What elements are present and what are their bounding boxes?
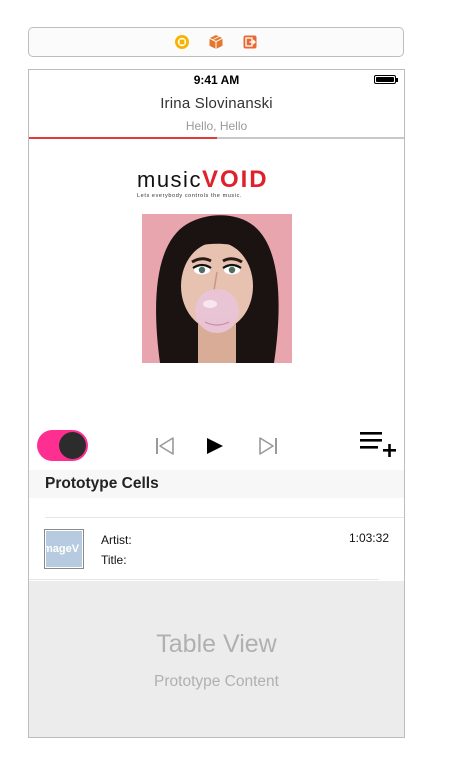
battery-icon [374,75,398,84]
next-button[interactable] [258,437,278,460]
artist-label: Artist: [101,533,132,547]
logo-word-music: music [137,167,202,192]
music-void-logo: music VOID Lets everybody controls the m… [137,166,297,202]
next-icon [258,437,278,460]
exit-icon[interactable] [242,34,258,50]
scene-dock [28,27,404,57]
section-header: Prototype Cells [29,470,404,498]
thumbnail-placeholder-text: mageV [46,531,82,567]
cell-separator [29,579,379,580]
progress-fill [29,137,217,139]
track-progress-bar[interactable] [29,137,404,139]
previous-icon [155,437,175,460]
add-to-playlist-icon [359,430,397,463]
play-icon [206,437,224,460]
player-controls [29,429,404,465]
first-responder-icon[interactable] [208,34,224,50]
cell-thumbnail: mageV [44,529,84,569]
logo-tagline: Lets everybody controls the music. [137,193,243,199]
toggle-switch[interactable] [37,430,88,461]
toggle-knob [59,432,86,459]
play-button[interactable] [206,437,224,460]
view-controller-icon[interactable] [174,34,190,50]
previous-button[interactable] [155,437,175,460]
view-controller-canvas: 9:41 AM Irina Slovinanski Hello, Hello m… [28,69,405,738]
nav-title: Irina Slovinanski [160,95,273,112]
table-view-subtitle: Prototype Content [154,673,279,690]
table-view-title: Table View [156,630,277,658]
table-view-placeholder: Table View Prototype Content [29,581,404,737]
cell-separator [45,517,404,518]
logo-word-void: VOID [201,166,269,193]
nav-subtitle: Hello, Hello [185,119,248,133]
duration-label: 1:03:32 [348,531,389,545]
add-to-playlist-button[interactable] [359,430,397,463]
status-time: 9:41 AM [193,73,240,87]
title-label: Title: [101,553,127,567]
album-cover-image [142,214,292,363]
